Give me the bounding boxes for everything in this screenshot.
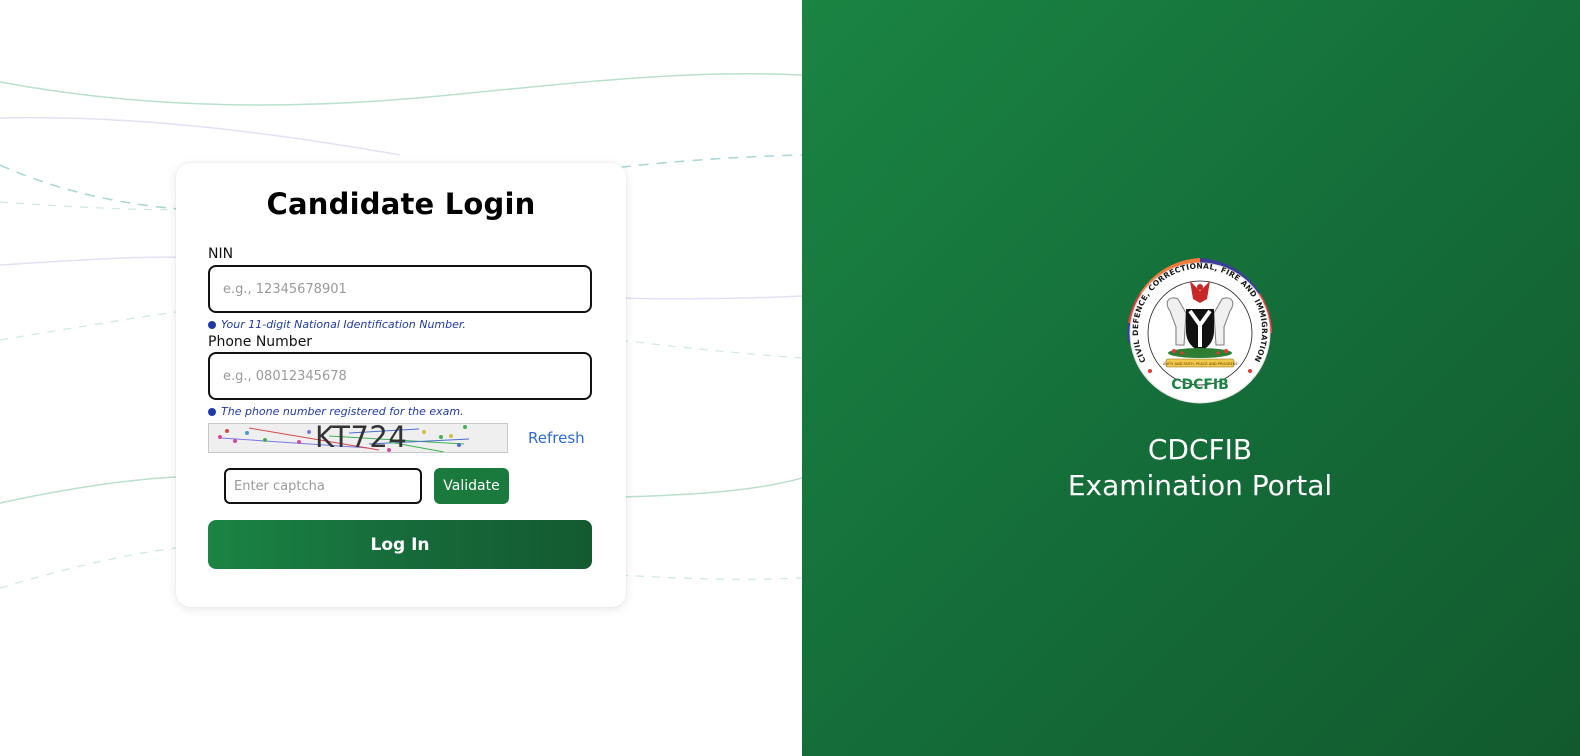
phone-hint: The phone number registered for the exam… — [208, 405, 464, 418]
cdcfib-logo: CIVIL DEFENCE, CORRECTIONAL, FIRE AND IM… — [1117, 246, 1280, 413]
phone-label: Phone Number — [208, 334, 313, 350]
portal-title-line1: CDCFIB — [1147, 433, 1253, 466]
nin-hint-text: Your 11-digit National Identification Nu… — [221, 318, 466, 331]
login-pane: Candidate Login NIN Your 11-digit Nation… — [0, 0, 802, 756]
seal-motto: UNITY AND FAITH, PEACE AND PROGRESS — [1163, 362, 1239, 366]
phone-hint-text: The phone number registered for the exam… — [221, 405, 464, 418]
nin-input[interactable] — [208, 265, 592, 313]
info-dot-icon — [208, 320, 216, 329]
captcha-image: KT724 — [208, 423, 508, 453]
nin-hint: Your 11-digit National Identification Nu… — [208, 318, 466, 331]
seal-emblem-icon: CIVIL DEFENCE, CORRECTIONAL, FIRE AND IM… — [1117, 246, 1272, 404]
logo-text: CDCFIB — [1171, 377, 1229, 393]
captcha-code: KT724 — [315, 423, 408, 453]
login-button[interactable]: Log In — [208, 520, 592, 569]
captcha-input[interactable] — [224, 468, 422, 504]
login-card: Candidate Login NIN Your 11-digit Nation… — [176, 163, 626, 607]
refresh-captcha-link[interactable]: Refresh — [528, 429, 585, 447]
phone-input[interactable] — [208, 352, 592, 400]
validate-button[interactable]: Validate — [434, 468, 509, 504]
info-dot-icon — [208, 407, 216, 416]
nin-label: NIN — [208, 246, 234, 262]
card-title: Candidate Login — [266, 187, 536, 221]
portal-title-line2: Examination Portal — [1067, 469, 1333, 502]
portal-title: CDCFIB Examination Portal — [1000, 432, 1400, 504]
